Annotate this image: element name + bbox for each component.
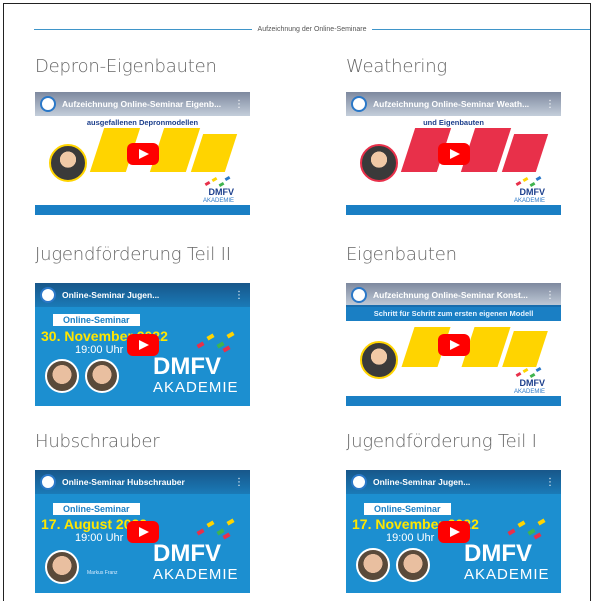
section-label: Aufzeichnung der Online-Seminare (257, 25, 367, 33)
channel-avatar[interactable] (351, 96, 367, 112)
video-overlay-bar: Online-Seminar Hubschrauber ⋮ (35, 470, 250, 494)
video-overlay-bar: Aufzeichnung Online-Seminar Weath... ⋮ (346, 92, 561, 116)
thumbnail-footer-band (346, 396, 561, 406)
youtube-play-icon[interactable] (126, 520, 159, 543)
video-overlay-title[interactable]: Online-Seminar Hubschrauber (62, 477, 222, 487)
video-overlay-title[interactable]: Aufzeichnung Online-Seminar Weath... (373, 99, 533, 109)
video-thumbnail-hubschrauber[interactable]: Online-Seminar Hubschrauber ⋮ Online-Sem… (35, 470, 250, 593)
thumbnail-footer-band (35, 205, 250, 215)
video-overlay-bar: Aufzeichnung Online-Seminar Eigenb... ⋮ (35, 92, 250, 116)
section-header: Aufzeichnung der Online-Seminare (34, 22, 590, 36)
youtube-play-icon[interactable] (437, 142, 470, 165)
channel-avatar[interactable] (351, 474, 367, 490)
video-overlay-title[interactable]: Online-Seminar Jugen... (373, 477, 533, 487)
speaker-avatar (85, 359, 119, 393)
video-overlay-bar: Online-Seminar Jugen... ⋮ (35, 283, 250, 307)
confetti-logo-icon (507, 518, 548, 540)
confetti-logo-icon (196, 518, 237, 540)
divider-right (372, 28, 590, 30)
seminar-time: 19:00 Uhr (386, 532, 435, 544)
channel-avatar[interactable] (40, 287, 56, 303)
brand-name: DMFV (153, 540, 221, 567)
more-vert-icon[interactable]: ⋮ (545, 290, 555, 301)
brand-sub: AKADEMIE (153, 379, 239, 396)
channel-avatar[interactable] (40, 474, 56, 490)
video-title-jugend-1: Jugendförderung Teil I (346, 431, 537, 452)
more-vert-icon[interactable]: ⋮ (234, 290, 244, 301)
video-overlay-bar: Online-Seminar Jugen... ⋮ (346, 470, 561, 494)
video-thumbnail-eigenbauten[interactable]: Aufzeichnung Online-Seminar Konst... ⋮ S… (346, 283, 561, 406)
channel-avatar[interactable] (351, 287, 367, 303)
brand-name: DMFV (153, 353, 221, 380)
content-panel: Aufzeichnung der Online-Seminare Depron-… (3, 3, 591, 601)
video-subtitle: und Eigenbauten (423, 118, 484, 127)
video-title-depron: Depron-Eigenbauten (35, 56, 217, 77)
youtube-play-icon[interactable] (437, 333, 470, 356)
video-thumbnail-weathering[interactable]: Aufzeichnung Online-Seminar Weath... ⋮ u… (346, 92, 561, 215)
more-vert-icon[interactable]: ⋮ (545, 99, 555, 110)
video-overlay-title[interactable]: Online-Seminar Jugen... (62, 290, 222, 300)
video-thumbnail-jugend-1[interactable]: Online-Seminar Jugen... ⋮ Online-Seminar… (346, 470, 561, 593)
speaker-avatar (360, 341, 398, 379)
speaker-avatar (45, 359, 79, 393)
video-overlay-bar: Aufzeichnung Online-Seminar Konst... ⋮ (346, 283, 561, 307)
video-overlay-title[interactable]: Aufzeichnung Online-Seminar Konst... (373, 290, 533, 300)
channel-avatar[interactable] (40, 96, 56, 112)
speaker-avatar (45, 550, 79, 584)
confetti-logo-icon (196, 331, 237, 353)
youtube-play-icon[interactable] (126, 142, 159, 165)
video-subtitle: ausgefallenen Depronmodellen (86, 118, 199, 127)
divider-left (34, 28, 252, 30)
brand-sub: AKADEMIE (153, 566, 239, 583)
seminar-time: 19:00 Uhr (75, 344, 124, 356)
brand-name: DMFV (519, 378, 546, 388)
seminar-time: 19:00 Uhr (75, 532, 124, 544)
video-title-jugend-2: Jugendförderung Teil II (35, 244, 231, 265)
thumbnail-footer-band (346, 205, 561, 215)
brand-sub: AKADEMIE (464, 566, 550, 583)
seminar-pill: Online-Seminar (364, 503, 451, 515)
video-thumbnail-jugend-2[interactable]: Online-Seminar Jugen... ⋮ Online-Seminar… (35, 283, 250, 406)
video-thumbnail-depron[interactable]: Aufzeichnung Online-Seminar Eigenb... ⋮ … (35, 92, 250, 215)
more-vert-icon[interactable]: ⋮ (234, 99, 244, 110)
speaker-avatar (396, 548, 430, 582)
video-overlay-title[interactable]: Aufzeichnung Online-Seminar Eigenb... (62, 99, 222, 109)
seminar-pill: Online-Seminar (53, 314, 140, 326)
speaker-name: Markus Franz (87, 570, 118, 576)
speaker-avatar (360, 144, 398, 182)
video-title-hubschrauber: Hubschrauber (35, 431, 160, 452)
video-subtitle: Schritt für Schritt zum ersten eigenen M… (373, 309, 534, 318)
youtube-play-icon[interactable] (437, 520, 470, 543)
youtube-play-icon[interactable] (126, 333, 159, 356)
more-vert-icon[interactable]: ⋮ (545, 477, 555, 488)
speaker-avatar (356, 548, 390, 582)
speaker-avatar (49, 144, 87, 182)
brand-name: DMFV (464, 540, 532, 567)
brand-name: DMFV (208, 187, 235, 197)
more-vert-icon[interactable]: ⋮ (234, 477, 244, 488)
video-title-weathering: Weathering (346, 56, 447, 77)
video-title-eigenbauten: Eigenbauten (346, 244, 457, 265)
seminar-pill: Online-Seminar (53, 503, 140, 515)
brand-name: DMFV (519, 187, 546, 197)
